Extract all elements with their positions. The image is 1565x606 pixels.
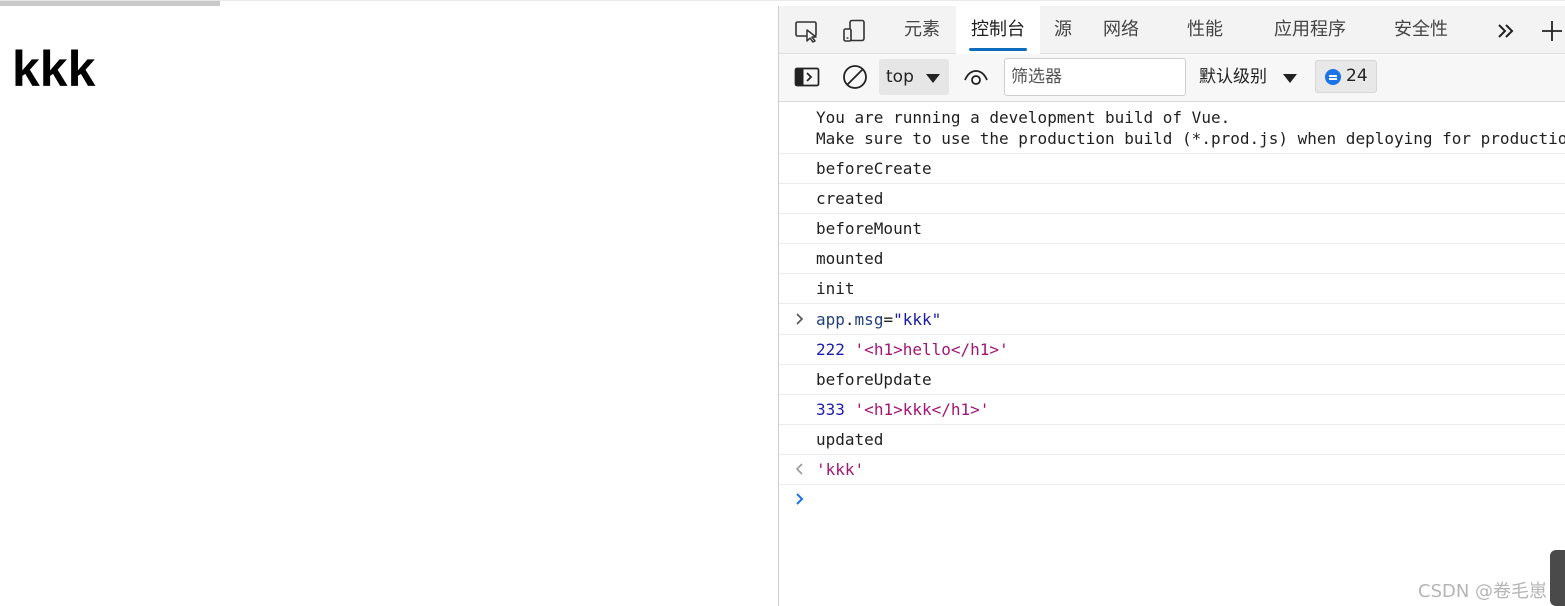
- chevron-double-right-icon[interactable]: [1492, 18, 1520, 44]
- tab-console[interactable]: 控制台: [956, 6, 1040, 54]
- console-text: Make sure to use the production build (*…: [816, 129, 1565, 148]
- window-edge-handle: [1550, 550, 1565, 606]
- console-prompt[interactable]: [779, 485, 1565, 513]
- chevron-right-icon: [794, 304, 808, 334]
- console-message: updated: [779, 425, 1565, 455]
- inspect-element-icon[interactable]: [793, 18, 821, 44]
- tab-network[interactable]: 网络: [1089, 6, 1153, 54]
- device-toolbar-icon[interactable]: [841, 18, 869, 44]
- message-bubble-icon: [1325, 69, 1341, 85]
- console-result: 'kkk': [779, 455, 1565, 485]
- clear-console-icon[interactable]: [841, 64, 869, 90]
- console-filter-input[interactable]: [1004, 58, 1186, 96]
- page-viewport: kkk: [0, 6, 778, 606]
- tab-performance[interactable]: 性能: [1173, 6, 1237, 54]
- tab-application[interactable]: 应用程序: [1267, 6, 1353, 54]
- console-message: 222 '<h1>hello</h1>': [779, 335, 1565, 365]
- tab-elements[interactable]: 元素: [889, 6, 955, 54]
- log-level-dropdown[interactable]: 默认级别: [1199, 59, 1299, 95]
- watermark: CSDN @卷毛崽: [1418, 581, 1548, 602]
- eye-icon[interactable]: [962, 64, 990, 90]
- dropdown-caret-icon: [1283, 74, 1297, 83]
- console-message: init: [779, 274, 1565, 304]
- devtools-panel: 元素 控制台 源 网络 性能 应用程序 安全性 top 默认级别: [778, 6, 1565, 606]
- tab-sources[interactable]: 源: [1041, 6, 1085, 54]
- page-heading: kkk: [12, 41, 96, 97]
- console-toolbar: top 默认级别 24: [779, 54, 1565, 102]
- sidebar-toggle-icon[interactable]: [793, 64, 821, 90]
- context-selector[interactable]: top: [879, 59, 949, 95]
- console-message-vue-warning: You are running a development build of V…: [779, 102, 1565, 154]
- prompt-chevron-icon: [794, 485, 808, 513]
- plus-icon[interactable]: [1538, 18, 1565, 44]
- active-tab-indicator: [969, 48, 1027, 51]
- chevron-left-icon: [794, 455, 808, 484]
- console-message: beforeUpdate: [779, 365, 1565, 395]
- console-text: You are running a development build of V…: [816, 108, 1231, 127]
- console-message: 333 '<h1>kkk</h1>': [779, 395, 1565, 425]
- console-message: created: [779, 184, 1565, 214]
- console-message: beforeCreate: [779, 154, 1565, 184]
- console-message: beforeMount: [779, 214, 1565, 244]
- devtools-tab-bar: 元素 控制台 源 网络 性能 应用程序 安全性: [779, 6, 1565, 54]
- console-output: You are running a development build of V…: [779, 102, 1565, 606]
- tab-security[interactable]: 安全性: [1386, 6, 1456, 54]
- console-input-echo: app.msg="kkk": [779, 304, 1565, 335]
- message-count-badge[interactable]: 24: [1315, 60, 1377, 93]
- console-message: mounted: [779, 244, 1565, 274]
- dropdown-caret-icon: [926, 74, 940, 83]
